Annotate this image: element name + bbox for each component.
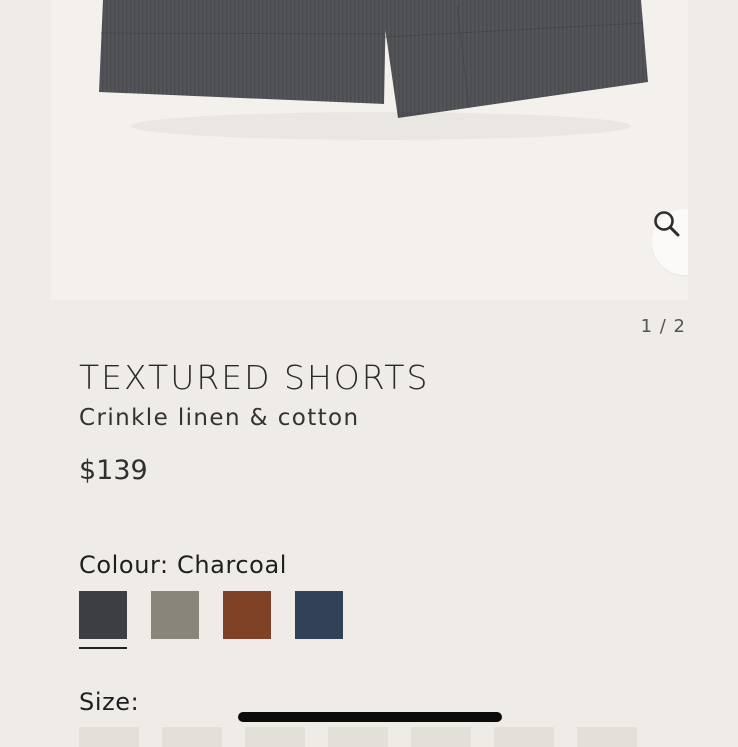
size-option[interactable] xyxy=(328,727,388,747)
shorts-photo xyxy=(99,0,648,140)
magnifier-icon xyxy=(654,211,680,237)
size-option[interactable] xyxy=(494,727,554,747)
colour-label: Colour: Charcoal xyxy=(79,551,288,579)
swatch-navy[interactable] xyxy=(295,591,343,639)
colour-swatches xyxy=(79,591,343,649)
image-pager: 1 / 2 xyxy=(640,316,686,337)
swatch-rust[interactable] xyxy=(223,591,271,639)
product-title: TEXTURED SHORTS xyxy=(79,358,430,397)
size-label: Size: xyxy=(79,688,140,716)
size-option[interactable] xyxy=(411,727,471,747)
size-option[interactable] xyxy=(577,727,637,747)
swatch-charcoal[interactable] xyxy=(79,591,127,649)
size-option[interactable] xyxy=(79,727,139,747)
product-image[interactable] xyxy=(51,0,688,300)
product-price: $139 xyxy=(79,455,148,486)
size-option[interactable] xyxy=(245,727,305,747)
size-option[interactable] xyxy=(162,727,222,747)
size-options xyxy=(79,727,637,747)
swatch-taupe[interactable] xyxy=(151,591,199,639)
home-indicator[interactable] xyxy=(238,712,502,722)
product-subtitle: Crinkle linen & cotton xyxy=(79,405,360,431)
